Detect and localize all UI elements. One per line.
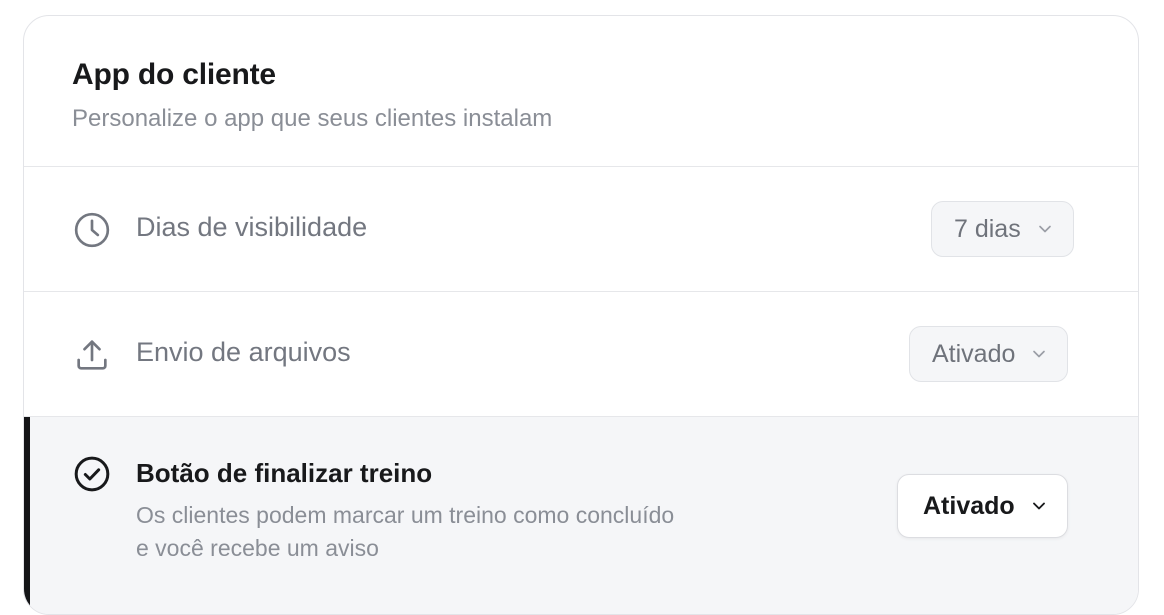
chevron-down-icon [1032,502,1045,510]
setting-description: Os clientes podem marcar um treino como … [136,499,776,565]
chevron-down-icon [1033,350,1046,358]
setting-label: Envio de arquivos [136,337,351,367]
setting-label: Dias de visibilidade [136,212,368,242]
chevron-down-icon [1038,225,1051,233]
setting-label: Botão de finalizar treino [136,458,433,488]
upload-icon [77,340,107,370]
setting-row-finish-workout-button[interactable]: Botão de finalizar treino Os clientes po… [24,417,1138,614]
clock-icon [74,212,110,248]
selected-accent-bar [24,417,30,614]
select-value: Ativado [932,339,1016,368]
setting-description-line: Os clientes podem marcar um treino como … [136,502,675,528]
finish-workout-select[interactable]: Ativado [897,474,1068,538]
section-subtitle: Personalize o app que seus clientes inst… [72,105,553,132]
select-value: 7 dias [954,214,1021,243]
setting-row-file-upload[interactable]: Envio de arquivos Ativado [24,292,1138,417]
section-title: App do cliente [72,58,276,91]
check-circle-icon [74,456,110,492]
setting-description-line: e você recebe um aviso [136,535,379,561]
card-header: App do cliente Personalize o app que seu… [24,16,1138,167]
file-upload-select[interactable]: Ativado [909,326,1069,382]
settings-card: App do cliente Personalize o app que seu… [23,15,1139,615]
select-value: Ativado [923,491,1015,520]
setting-row-visibility-days[interactable]: Dias de visibilidade 7 dias [24,167,1138,292]
visibility-days-select[interactable]: 7 dias [931,201,1074,257]
